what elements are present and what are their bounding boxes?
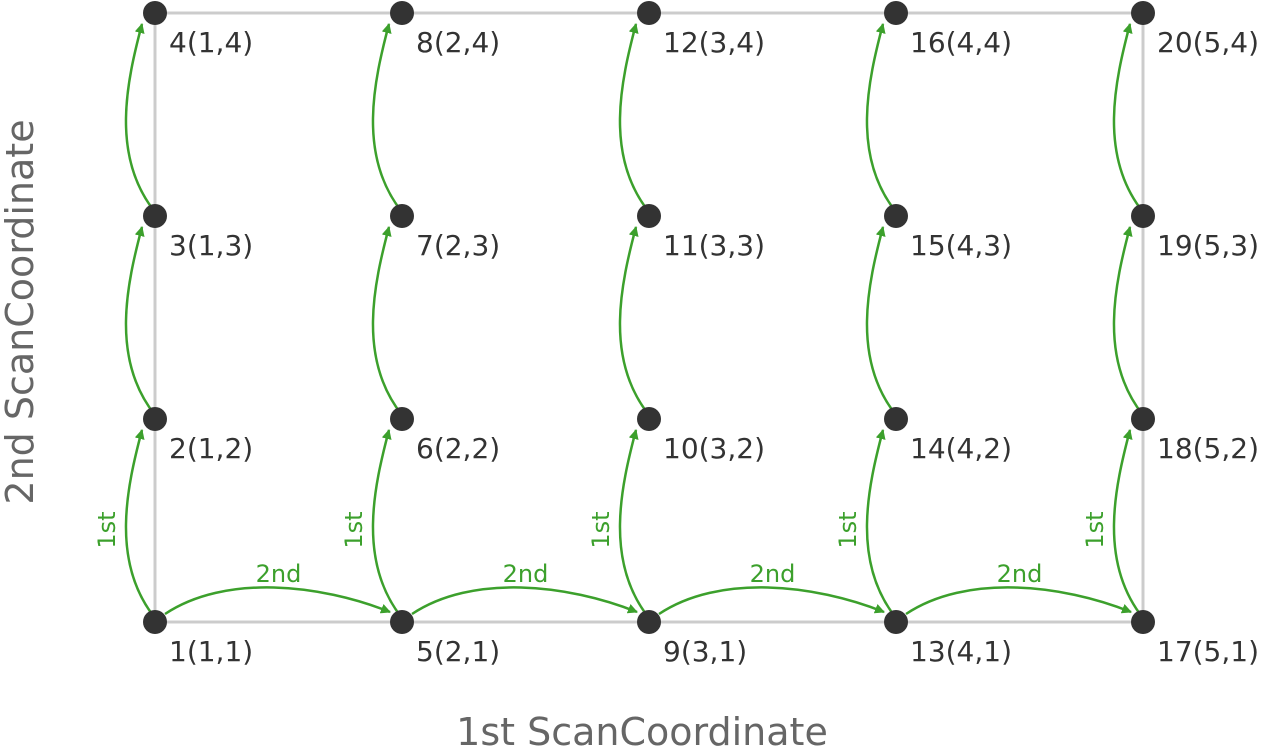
grid-node [143,407,167,431]
vertical-scan-arrow [618,23,650,213]
grid-node [884,1,908,25]
second-order-label: 2nd [997,560,1043,588]
grid-node [143,1,167,25]
node-label: 3(1,3) [169,229,253,262]
vertical-scan-arrow [371,429,403,619]
vertical-scan-arrow [124,226,156,416]
node-label: 4(1,4) [169,26,253,59]
grid-node [1131,204,1155,228]
vertical-scan-arrow [865,23,897,213]
grid-node [390,610,414,634]
node-label: 6(2,2) [416,432,500,465]
node-label: 1(1,1) [169,635,253,668]
first-order-label: 1st [1081,511,1109,548]
grid-node [884,204,908,228]
vertical-scan-arrow [1112,429,1144,619]
first-order-label: 1st [834,511,862,548]
node-label: 2(1,2) [169,432,253,465]
node-label: 10(3,2) [663,432,765,465]
grid-node [637,407,661,431]
horizontal-scan-arrow [164,586,391,616]
node-label: 9(3,1) [663,635,747,668]
vertical-scan-arrow [124,429,156,619]
grid-node [637,610,661,634]
vertical-scan-arrow [371,23,403,213]
horizontal-scan-arrow [658,586,885,616]
node-label: 20(5,4) [1157,26,1259,59]
grid-node [143,610,167,634]
node-label: 18(5,2) [1157,432,1259,465]
grid-node [143,204,167,228]
grid-node [390,1,414,25]
grid-node [1131,610,1155,634]
node-label: 13(4,1) [910,635,1012,668]
grid-nodes: 1(1,1) 2(1,2) 3(1,3) 4(1,4) 5(2,1) 6(2,2) 7(2,… [143,1,1259,668]
node-label: 8(2,4) [416,26,500,59]
vertical-scan-arrow [618,226,650,416]
grid-node [637,204,661,228]
vertical-scan-arrow [618,429,650,619]
grid-node [390,407,414,431]
vertical-scan-arrow [124,23,156,213]
scan-arrows: 1st 1st 1st 1st 1st 2nd 2nd 2nd 2nd [93,23,1144,619]
vertical-scan-arrow [865,226,897,416]
node-label: 19(5,3) [1157,229,1259,262]
second-order-label: 2nd [503,560,549,588]
node-label: 12(3,4) [663,26,765,59]
first-order-label: 1st [587,511,615,548]
horizontal-scan-arrow [411,586,638,616]
first-order-label: 1st [93,511,121,548]
grid-lines [153,11,1145,624]
grid-node [637,1,661,25]
node-label: 15(4,3) [910,229,1012,262]
grid-node [1131,1,1155,25]
second-order-label: 2nd [256,560,302,588]
grid-node [884,610,908,634]
node-label: 11(3,3) [663,229,765,262]
node-label: 14(4,2) [910,432,1012,465]
vertical-scan-arrow [1112,23,1144,213]
horizontal-scan-arrow [905,586,1132,616]
first-order-label: 1st [340,511,368,548]
grid-node [884,407,908,431]
grid-node [390,204,414,228]
y-axis-label: 2nd ScanCoordinate [0,119,42,504]
second-order-label: 2nd [750,560,796,588]
grid-node [1131,407,1155,431]
vertical-scan-arrow [1112,226,1144,416]
node-label: 7(2,3) [416,229,500,262]
node-label: 5(2,1) [416,635,500,668]
node-label: 17(5,1) [1157,635,1259,668]
vertical-scan-arrow [865,429,897,619]
scan-order-diagram: 1st 1st 1st 1st 1st 2nd 2nd 2nd 2nd 1(1,1) 2(1,2)… [0,1,1259,748]
node-label: 16(4,4) [910,26,1012,59]
vertical-scan-arrow [371,226,403,416]
x-axis-label: 1st ScanCoordinate [456,710,828,748]
